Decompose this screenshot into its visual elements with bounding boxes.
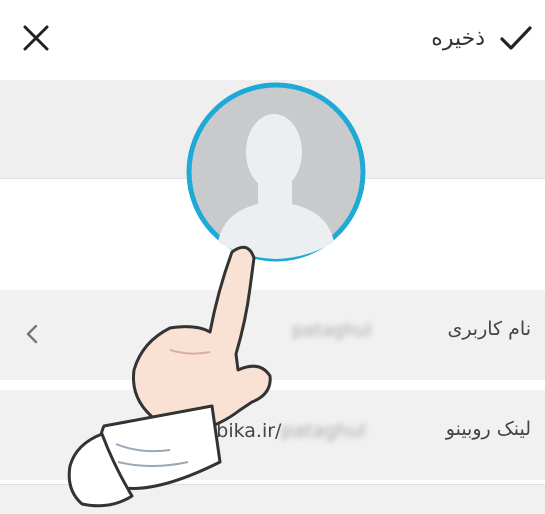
- save-label: ذخیره: [431, 25, 485, 51]
- link-row[interactable]: لینک روبینو /rubika.ir/pataghul: [0, 390, 545, 480]
- checkmark-icon: [500, 26, 532, 50]
- link-value: /rubika.ir/pataghul: [190, 420, 366, 442]
- link-prefix: /rubika.ir/: [190, 420, 282, 442]
- username-label: نام کاربری: [447, 318, 531, 340]
- close-button[interactable]: [18, 20, 54, 56]
- next-row[interactable]: [0, 484, 545, 514]
- close-icon: [23, 25, 49, 51]
- profile-avatar[interactable]: [184, 82, 368, 262]
- top-bar: ذخیره: [0, 0, 545, 80]
- username-value: pataghul: [292, 320, 372, 341]
- link-label: لینک روبینو: [445, 418, 531, 440]
- username-row[interactable]: نام کاربری pataghul: [0, 290, 545, 380]
- link-username: pataghul: [281, 420, 366, 442]
- save-button[interactable]: ذخیره: [431, 14, 533, 62]
- chevron-left-icon[interactable]: [22, 322, 42, 346]
